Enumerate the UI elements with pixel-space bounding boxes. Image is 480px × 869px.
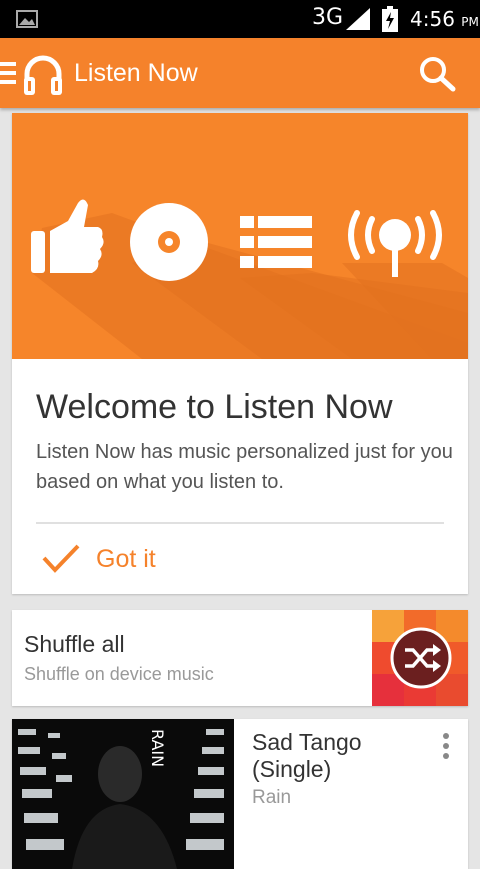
shuffle-subtitle: Shuffle on device music	[24, 664, 214, 684]
search-icon[interactable]	[418, 56, 458, 92]
album-artist: Rain	[252, 787, 292, 808]
hero-illustration	[31, 199, 468, 359]
thumbs-up-icon	[31, 199, 104, 273]
welcome-hero-banner	[12, 113, 468, 359]
shuffle-button-icon[interactable]	[389, 626, 453, 690]
status-bar: 3G 4:56 PM	[0, 0, 480, 38]
welcome-description: Listen Now has music personalized just f…	[36, 441, 453, 493]
shuffle-all-card[interactable]: Shuffle all Shuffle on device music	[12, 610, 468, 706]
clock: 4:56 PM	[410, 7, 479, 31]
album-cover-art: RAIN	[12, 719, 234, 869]
list-icon	[240, 216, 312, 268]
welcome-card: Welcome to Listen Now Listen Now has mus…	[12, 113, 468, 594]
got-it-label: Got it	[96, 545, 156, 573]
more-options-icon[interactable]	[442, 733, 450, 759]
battery-charging-icon	[382, 6, 398, 32]
shuffle-title: Shuffle all	[24, 631, 125, 657]
gallery-notification-icon	[16, 10, 38, 28]
signal-icon	[346, 8, 370, 30]
page-title: Listen Now	[74, 59, 198, 87]
album-cover-text: RAIN	[148, 729, 167, 767]
menu-icon[interactable]	[0, 62, 16, 84]
divider	[36, 522, 444, 524]
disc-icon	[130, 203, 208, 281]
got-it-button[interactable]: Got it	[36, 538, 236, 584]
network-type: 3G	[312, 5, 344, 30]
app-bar: Listen Now	[0, 38, 480, 108]
album-title: Sad Tango (Single)	[252, 729, 362, 782]
welcome-heading: Welcome to Listen Now	[36, 388, 393, 426]
headphones-logo-icon[interactable]	[22, 52, 64, 96]
check-icon	[42, 544, 80, 573]
album-card[interactable]: RAIN Sad Tango (Single) Rain	[12, 719, 468, 869]
